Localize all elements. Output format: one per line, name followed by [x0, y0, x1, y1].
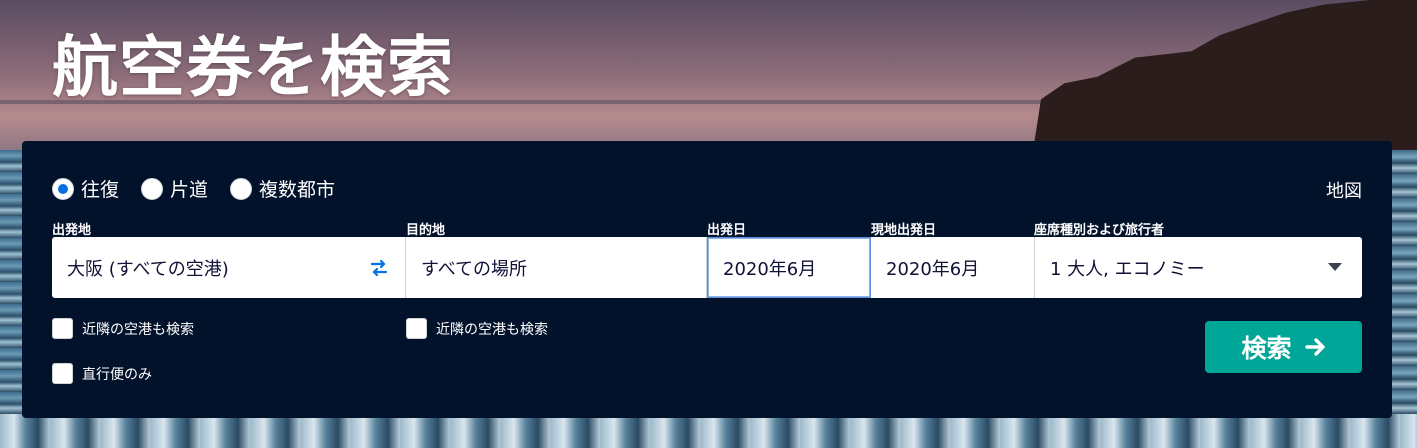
origin-value: 大阪 (すべての空港)	[67, 258, 229, 280]
return-date-field[interactable]: 2020年6月	[871, 237, 1035, 298]
destination-nearby-checkbox-row[interactable]: 近隣の空港も検索	[406, 318, 548, 339]
origin-field[interactable]: 大阪 (すべての空港)	[52, 237, 406, 298]
swap-icon[interactable]	[369, 259, 389, 277]
origin-nearby-checkbox[interactable]	[52, 318, 73, 339]
trip-type-multi-city[interactable]: 複数都市	[230, 175, 335, 202]
depart-date-label: 出発日	[707, 223, 747, 238]
destination-label: 目的地	[406, 223, 446, 238]
radio-one-way[interactable]	[141, 177, 164, 200]
trip-type-round-trip[interactable]: 往復	[52, 175, 119, 202]
sea-waves	[0, 414, 1417, 448]
cabin-travellers-value: 1 大人, エコノミー	[1050, 258, 1205, 280]
trip-type-label: 往復	[81, 179, 120, 201]
direct-only-checkbox[interactable]	[52, 363, 73, 384]
trip-type-selector: 往復 片道 複数都市	[52, 175, 357, 202]
origin-nearby-checkbox-row[interactable]: 近隣の空港も検索	[52, 318, 194, 339]
trip-type-label: 片道	[170, 179, 209, 201]
cabin-travellers-label: 座席種別および旅行者	[1034, 223, 1165, 238]
arrow-right-icon	[1304, 338, 1325, 356]
search-fields-row: 大阪 (すべての空港) すべての場所 2020年6月 2020年6月 1 大人,…	[52, 237, 1362, 298]
page-title: 航空券を検索	[52, 29, 454, 106]
map-link[interactable]: 地図	[1326, 177, 1362, 203]
radio-round-trip[interactable]	[52, 177, 74, 200]
trip-type-label: 複数都市	[259, 179, 336, 201]
return-date-value: 2020年6月	[886, 258, 980, 280]
origin-label: 出発地	[52, 223, 92, 238]
depart-date-value: 2020年6月	[723, 258, 817, 280]
direct-only-label: 直行便のみ	[82, 366, 152, 383]
radio-multi-city[interactable]	[230, 177, 253, 200]
flight-search-panel: 往復 片道 複数都市 地図 出発地 目的地 出発日 現地出発日 座席種別および旅…	[22, 141, 1392, 418]
destination-nearby-label: 近隣の空港も検索	[436, 321, 548, 338]
direct-only-checkbox-row[interactable]: 直行便のみ	[52, 363, 152, 384]
cliff-silhouette	[1031, 0, 1417, 160]
destination-nearby-checkbox[interactable]	[406, 318, 427, 339]
search-button-label: 検索	[1241, 334, 1292, 363]
return-date-label: 現地出発日	[871, 223, 937, 238]
depart-date-field[interactable]: 2020年6月	[707, 237, 871, 298]
origin-nearby-label: 近隣の空港も検索	[82, 321, 194, 338]
trip-type-one-way[interactable]: 片道	[141, 175, 208, 202]
destination-value: すべての場所	[421, 258, 528, 280]
destination-field[interactable]: すべての場所	[406, 237, 707, 298]
search-button[interactable]: 検索	[1205, 321, 1362, 373]
chevron-down-icon[interactable]	[1328, 263, 1342, 271]
cabin-travellers-field[interactable]: 1 大人, エコノミー	[1035, 237, 1362, 298]
